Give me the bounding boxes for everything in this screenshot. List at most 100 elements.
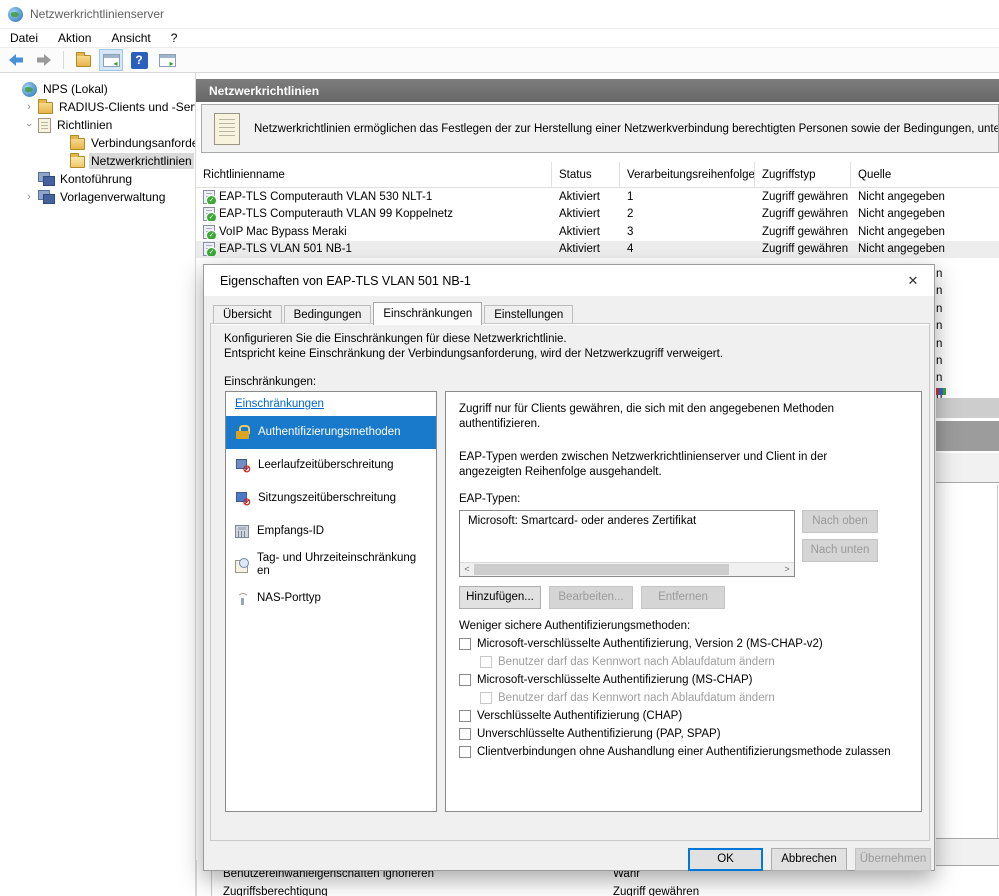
- remove-button[interactable]: Entfernen: [641, 586, 725, 609]
- tree-item[interactable]: › Verbindungsanforderungen: [0, 134, 195, 152]
- detail-row-value: Zugriff gewähren: [613, 886, 699, 896]
- dialog-tab[interactable]: Einschränkungen: [373, 302, 482, 325]
- table-row[interactable]: EAP-TLS VLAN 501 NB-1 Aktiviert 4 Zugrif…: [196, 241, 999, 259]
- scroll-left-icon[interactable]: <: [460, 563, 474, 576]
- constraint-item[interactable]: Leerlaufzeitüberschreitung: [226, 449, 436, 482]
- constraint-item[interactable]: NAS-Porttyp: [226, 582, 436, 615]
- tree-item[interactable]: › Kontoführung: [0, 170, 195, 188]
- constraint-item[interactable]: Empfangs-ID: [226, 515, 436, 548]
- auth-checkbox-row: Verschlüsselte Authentifizierung (CHAP): [459, 710, 891, 722]
- constraint-item[interactable]: Tag- und Uhrzeiteinschränkungen: [226, 548, 436, 582]
- policy-status: Aktiviert: [552, 243, 620, 255]
- toolbar: ?: [0, 47, 999, 73]
- constraint-icon: [235, 525, 249, 538]
- chevron-right-icon[interactable]: ›: [24, 192, 34, 202]
- dialog-tab[interactable]: Bedingungen: [284, 305, 372, 324]
- column-header[interactable]: Quelle: [851, 162, 999, 187]
- tree-item[interactable]: › NPS (Lokal): [0, 80, 195, 98]
- column-header[interactable]: Zugriffstyp: [755, 162, 851, 187]
- checkbox-label: Clientverbindungen ohne Aushandlung eine…: [477, 746, 891, 758]
- constraint-label: Tag- und Uhrzeiteinschränkungen: [257, 552, 417, 578]
- menu-item[interactable]: ?: [161, 29, 188, 47]
- eap-type-item[interactable]: Microsoft: Smartcard- oder anderes Zerti…: [460, 511, 794, 531]
- checkbox[interactable]: [459, 710, 471, 722]
- move-down-button[interactable]: Nach unten: [802, 539, 878, 562]
- tree-item-icon: [70, 138, 85, 150]
- ok-button[interactable]: OK: [688, 848, 763, 871]
- auth-checkbox-row: Microsoft-verschlüsselte Authentifizieru…: [459, 674, 891, 686]
- forward-icon: [35, 52, 53, 68]
- add-button[interactable]: Hinzufügen...: [459, 586, 541, 609]
- checkbox[interactable]: [480, 692, 492, 704]
- policy-order: 2: [620, 208, 755, 220]
- menu-bar: DateiAktionAnsicht?: [0, 28, 999, 47]
- tree-item-icon: [38, 190, 54, 204]
- menu-item[interactable]: Aktion: [48, 29, 101, 47]
- tree-item[interactable]: › RADIUS-Clients und -Server: [0, 98, 195, 116]
- move-up-button[interactable]: Nach oben: [802, 510, 878, 533]
- scrollbar-thumb[interactable]: [474, 564, 729, 575]
- apply-button[interactable]: Übernehmen: [855, 848, 931, 871]
- window-title: Netzwerkrichtlinienserver: [30, 7, 164, 21]
- menu-item[interactable]: Datei: [0, 29, 48, 47]
- policy-icon: [203, 242, 215, 256]
- background-band: [936, 421, 999, 451]
- table-header-row: Richtlinienname Status Verarbeitungsreih…: [196, 162, 999, 188]
- horizontal-scrollbar[interactable]: < >: [460, 562, 794, 576]
- forward-button[interactable]: [32, 49, 56, 71]
- console-tree-button[interactable]: [99, 49, 123, 71]
- occluded-row-fragment: n: [936, 370, 950, 387]
- checkbox[interactable]: [459, 728, 471, 740]
- auth-checkbox-row: Unverschlüsselte Authentifizierung (PAP,…: [459, 728, 891, 740]
- checkbox[interactable]: [459, 638, 471, 650]
- back-button[interactable]: [4, 49, 28, 71]
- constraint-label: Empfangs-ID: [257, 525, 417, 538]
- chevron-right-icon[interactable]: ›: [24, 102, 34, 112]
- chevron-right-icon[interactable]: ›: [24, 120, 34, 130]
- scroll-right-icon[interactable]: >: [780, 563, 794, 576]
- column-header[interactable]: Status: [552, 162, 620, 187]
- mini-window-icon: [936, 388, 946, 395]
- tab-intro: Konfigurieren Sie die Einschränkungen fü…: [224, 332, 723, 362]
- policy-access: Zugriff gewähren: [755, 208, 851, 220]
- constraints-label: Einschränkungen:: [224, 376, 316, 388]
- constraint-label: Authentifizierungsmethoden: [258, 426, 418, 439]
- constraint-item[interactable]: Authentifizierungsmethoden: [226, 416, 436, 449]
- tree-item[interactable]: › Richtlinien: [0, 116, 195, 134]
- checkbox-label: Microsoft-verschlüsselte Authentifizieru…: [477, 638, 823, 650]
- tree-item-icon: [22, 82, 37, 97]
- pane-title: Netzwerkrichtlinien: [209, 84, 319, 98]
- policy-icon: [203, 225, 215, 239]
- eap-types-listbox: Microsoft: Smartcard- oder anderes Zerti…: [459, 510, 795, 577]
- close-icon[interactable]: ✕: [902, 270, 924, 292]
- export-list-icon: [76, 55, 91, 67]
- table-row[interactable]: EAP-TLS Computerauth VLAN 99 Koppelnetz …: [196, 206, 999, 224]
- tree-item-label: Vorlagenverwaltung: [58, 189, 167, 205]
- table-row[interactable]: VoIP Mac Bypass Meraki Aktiviert 3 Zugri…: [196, 223, 999, 241]
- constraint-icon: [235, 459, 250, 473]
- menu-item[interactable]: Ansicht: [101, 29, 160, 47]
- checkbox[interactable]: [480, 656, 492, 668]
- tree-item[interactable]: › Vorlagenverwaltung: [0, 188, 195, 206]
- checkbox[interactable]: [459, 674, 471, 686]
- constraints-listbox-header: Einschränkungen: [226, 392, 436, 416]
- export-list-button[interactable]: [71, 49, 95, 71]
- tree-item[interactable]: › Netzwerkrichtlinien: [0, 152, 195, 170]
- dialog-tab[interactable]: Einstellungen: [484, 305, 573, 324]
- column-header[interactable]: Verarbeitungsreihenfolge: [620, 162, 755, 187]
- edit-button[interactable]: Bearbeiten...: [549, 586, 633, 609]
- table-row[interactable]: EAP-TLS Computerauth VLAN 530 NLT-1 Akti…: [196, 188, 999, 206]
- new-window-button[interactable]: [155, 49, 179, 71]
- dialog-tab[interactable]: Übersicht: [213, 305, 282, 324]
- occluded-row-fragment: n: [936, 318, 950, 335]
- cancel-button[interactable]: Abbrechen: [771, 848, 847, 871]
- tree-item-icon: [38, 102, 53, 114]
- properties-dialog: Eigenschaften von EAP-TLS VLAN 501 NB-1 …: [203, 264, 935, 871]
- policy-access: Zugriff gewähren: [755, 191, 851, 203]
- help-button[interactable]: ?: [127, 49, 151, 71]
- toolbar-separator: [63, 51, 64, 69]
- policy-name: EAP-TLS Computerauth VLAN 99 Koppelnetz: [219, 208, 453, 220]
- checkbox[interactable]: [459, 746, 471, 758]
- constraint-item[interactable]: Sitzungszeitüberschreitung: [226, 482, 436, 515]
- column-header[interactable]: Richtlinienname: [196, 162, 552, 187]
